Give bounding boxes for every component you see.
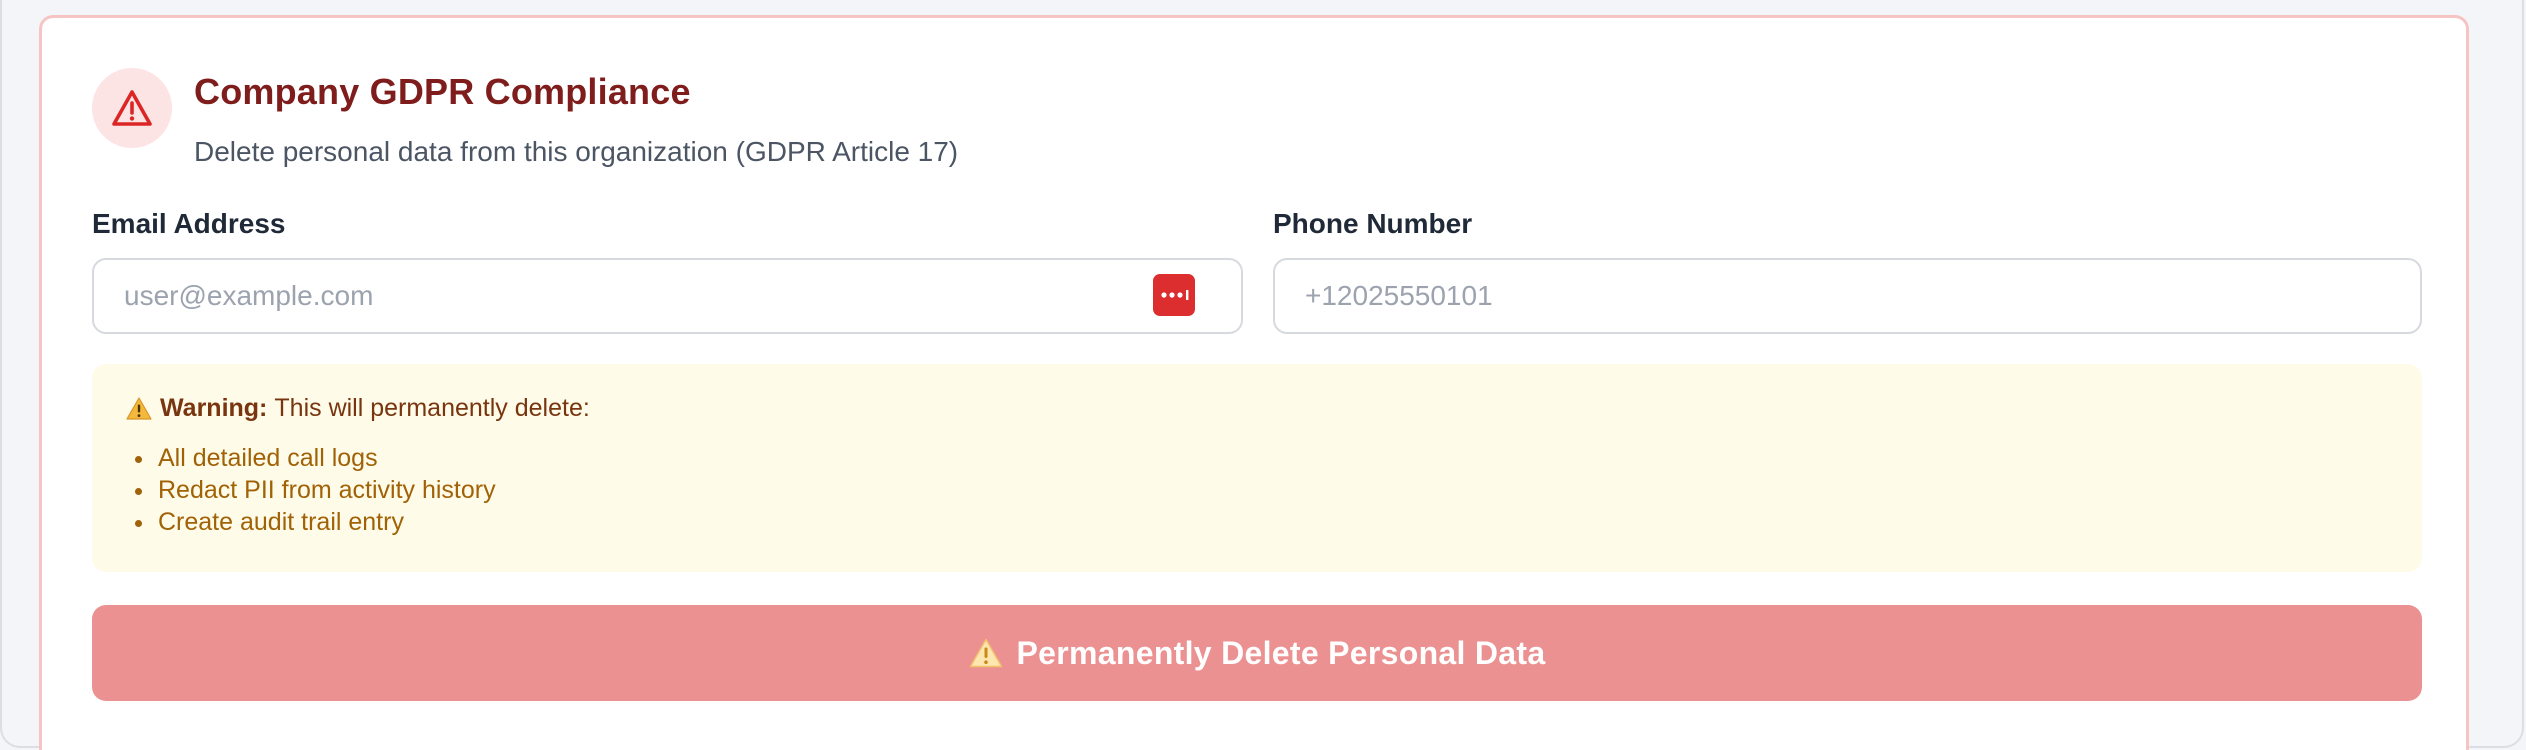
warning-item: Create audit trail entry bbox=[156, 506, 496, 538]
page-title: Company GDPR Compliance bbox=[194, 71, 691, 112]
warning-heading: Warning: This will permanently delete: bbox=[126, 394, 590, 423]
delete-personal-data-button[interactable]: Permanently Delete Personal Data bbox=[92, 605, 2422, 701]
gdpr-card: Company GDPR Compliance Delete personal … bbox=[39, 15, 2469, 750]
warning-list: All detailed call logs Redact PII from a… bbox=[126, 442, 496, 538]
warning-icon bbox=[126, 397, 152, 420]
warning-item: All detailed call logs bbox=[156, 442, 496, 474]
phone-input[interactable] bbox=[1273, 258, 2422, 334]
page-subtitle: Delete personal data from this organizat… bbox=[194, 136, 959, 167]
app-frame: Company GDPR Compliance Delete personal … bbox=[0, 0, 2524, 750]
phone-label: Phone Number bbox=[1273, 208, 1473, 239]
warning-icon bbox=[969, 638, 1003, 668]
password-manager-icon[interactable] bbox=[1153, 274, 1195, 316]
alert-icon-badge bbox=[92, 68, 172, 148]
email-label: Email Address bbox=[92, 208, 286, 239]
warning-item: Redact PII from activity history bbox=[156, 474, 496, 506]
warning-text: This will permanently delete: bbox=[274, 394, 590, 422]
warning-panel: Warning: This will permanently delete: A… bbox=[92, 364, 2422, 572]
delete-button-label: Permanently Delete Personal Data bbox=[1016, 634, 1546, 671]
alert-triangle-icon bbox=[111, 89, 153, 127]
warning-prefix: Warning: bbox=[160, 394, 268, 422]
email-input[interactable] bbox=[92, 258, 1243, 334]
